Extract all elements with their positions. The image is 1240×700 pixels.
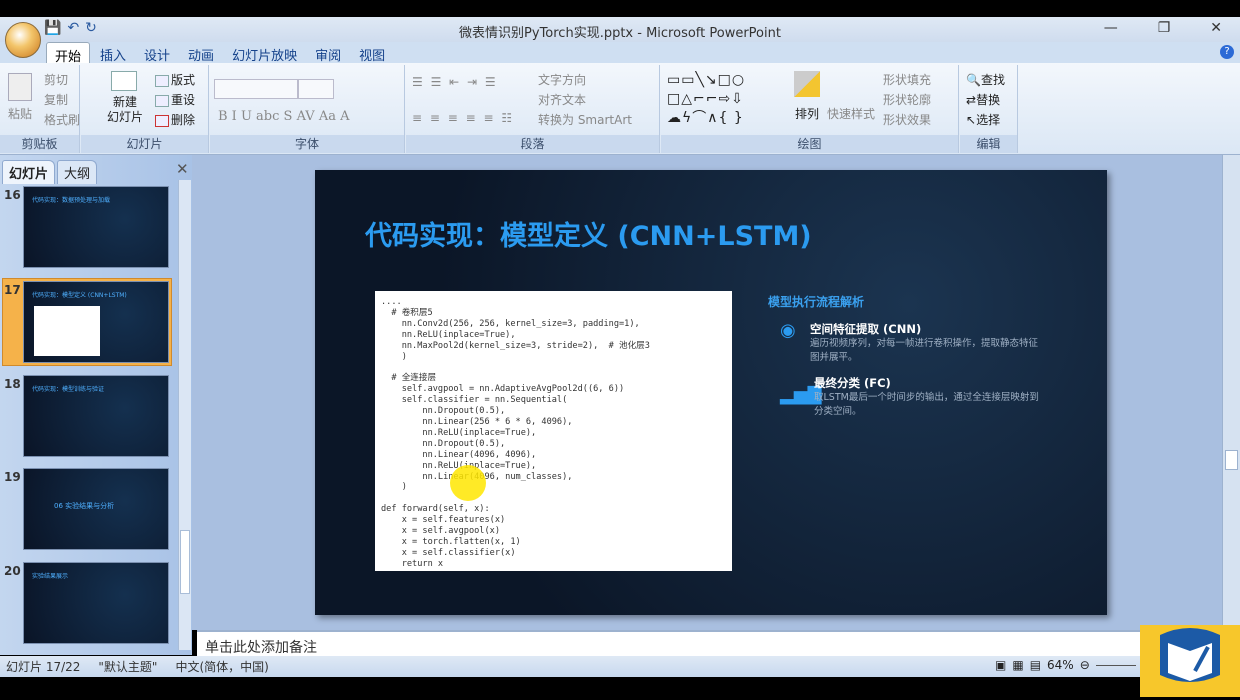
language[interactable]: 中文(简体，中国) <box>175 658 268 675</box>
item-desc[interactable]: 取LSTM最后一个时间步的输出，通过全连接层映射到分类空间。 <box>814 391 1044 419</box>
slide-thumbnail-20[interactable]: 实验结果展示 <box>23 562 169 644</box>
drawing-group: ▭▭╲↘□○ □△⌐⌐⇨⇩ ☁ϟ⌒∧{ } 排列 快速样式 形状填充 形状轮廓 … <box>661 65 959 153</box>
slide-canvas[interactable]: 代码实现：模型定义 (CNN+LSTM) .... # 卷积层5 nn.Conv… <box>315 170 1107 615</box>
code-image[interactable]: .... # 卷积层5 nn.Conv2d(256, 256, kernel_s… <box>375 291 732 571</box>
normal-view-icon[interactable]: ▣ <box>995 658 1006 672</box>
paste-button[interactable]: 粘贴 <box>8 105 32 122</box>
watermark-logo <box>1140 625 1240 697</box>
slide-counter: 幻灯片 17/22 <box>6 660 81 674</box>
quick-styles-button[interactable]: 快速样式 <box>827 105 875 122</box>
paste-icon <box>8 73 32 101</box>
zoom-slider[interactable] <box>1095 664 1136 666</box>
thumb-title: 代码实现：数据预处理与加载 <box>32 197 111 204</box>
reset-button[interactable]: 重设 <box>155 91 195 108</box>
thumb-title: 代码实现：模型训练与验证 <box>32 386 105 393</box>
text-direction-button[interactable]: 文字方向 <box>538 71 586 88</box>
panel-heading[interactable]: 模型执行流程解析 <box>768 293 864 310</box>
find-button[interactable]: 🔍查找 <box>966 71 1005 88</box>
tab-slides[interactable]: 幻灯片 <box>2 160 56 184</box>
slide-thumbnail-19[interactable]: 06 实验结果与分析 <box>23 468 169 550</box>
align-buttons[interactable]: ≡ ≡ ≡ ≡ ≡ ☷ <box>412 111 514 125</box>
tab-animations[interactable]: 动画 <box>180 42 222 64</box>
tab-view[interactable]: 视图 <box>351 42 393 64</box>
close-button[interactable]: ✕ <box>1210 20 1222 36</box>
arrange-icon <box>794 71 820 97</box>
sorter-view-icon[interactable]: ▦ <box>1012 658 1023 672</box>
slide-thumbnail-18[interactable]: 代码实现：模型训练与验证 <box>23 375 169 457</box>
font-size-select[interactable] <box>298 79 334 99</box>
editing-label: 编辑 <box>960 135 1017 153</box>
slide-number: 18 <box>4 377 21 391</box>
tab-home[interactable]: 开始 <box>46 42 91 65</box>
slideshow-view-icon[interactable]: ▤ <box>1030 658 1041 672</box>
zoom-controls: ▣ ▦ ▤ 64% ⊖ <box>995 658 1136 672</box>
slides-label: 幻灯片 <box>81 135 208 153</box>
editing-group: 🔍查找 ⇄替换 ↖选择 编辑 <box>960 65 1018 153</box>
delete-button[interactable]: 删除 <box>155 111 195 128</box>
paragraph-label: 段落 <box>406 135 659 153</box>
clipboard-group: 粘贴 剪切 复制 格式刷 剪贴板 <box>0 65 80 153</box>
drawing-label: 绘图 <box>661 135 958 153</box>
font-group: B I U abc S AV Aa A 字体 <box>210 65 405 153</box>
item-title[interactable]: 空间特征提取 (CNN) <box>810 321 921 337</box>
shape-effects-button[interactable]: 形状效果 <box>883 111 931 128</box>
slide-number: 20 <box>4 564 21 578</box>
align-text-button[interactable]: 对齐文本 <box>538 91 586 108</box>
close-panel-icon[interactable]: ✕ <box>176 160 189 178</box>
layout-button[interactable]: 版式 <box>155 71 195 88</box>
list-buttons[interactable]: ☰ ☰ ⇤ ⇥ ☰ <box>412 75 498 89</box>
vertical-scrollbar[interactable] <box>1222 155 1240 630</box>
window-title: 微表情识别PyTorch实现.pptx - Microsoft PowerPoi… <box>459 26 781 41</box>
font-label: 字体 <box>210 135 404 153</box>
tab-outline[interactable]: 大纲 <box>57 160 98 184</box>
ribbon: 粘贴 剪切 复制 格式刷 剪贴板 新建 幻灯片 版式 重设 删除 幻灯片 B I… <box>0 63 1240 155</box>
tab-insert[interactable]: 插入 <box>92 42 134 64</box>
mouse-cursor-highlight <box>450 465 486 501</box>
format-painter-button[interactable]: 格式刷 <box>44 111 80 128</box>
cut-button[interactable]: 剪切 <box>44 71 68 88</box>
slide-thumbnail-16[interactable]: 代码实现：数据预处理与加载 <box>23 186 169 268</box>
restore-button[interactable]: ❐ <box>1158 20 1171 36</box>
arrange-button[interactable]: 排列 <box>795 105 819 122</box>
minimize-button[interactable]: — <box>1104 20 1118 36</box>
shape-fill-button[interactable]: 形状填充 <box>883 71 931 88</box>
shape-outline-button[interactable]: 形状轮廓 <box>883 91 931 108</box>
slide-number: 19 <box>4 470 21 484</box>
zoom-out-icon[interactable]: ⊖ <box>1080 658 1090 672</box>
clipboard-label: 剪贴板 <box>0 135 79 153</box>
thumb-title: 代码实现：模型定义 (CNN+LSTM) <box>32 292 127 299</box>
notes-input[interactable]: 单击此处添加备注 <box>197 630 1240 656</box>
item-desc[interactable]: 遍历视频序列，对每一帧进行卷积操作，提取静态特征图并展平。 <box>810 337 1040 365</box>
new-slide-icon <box>111 71 137 91</box>
font-format-buttons[interactable]: B I U abc S AV Aa A <box>218 109 350 124</box>
zoom-level[interactable]: 64% <box>1047 658 1074 672</box>
slides-group: 新建 幻灯片 版式 重设 删除 幻灯片 <box>81 65 209 153</box>
slide-number: 17 <box>4 283 21 297</box>
thumb-title: 06 实验结果与分析 <box>54 502 115 510</box>
tab-review[interactable]: 审阅 <box>307 42 349 64</box>
font-name-select[interactable] <box>214 79 298 99</box>
slide-thumbnail-17[interactable]: 代码实现：模型定义 (CNN+LSTM) <box>23 281 169 363</box>
slide-title[interactable]: 代码实现：模型定义 (CNN+LSTM) <box>365 214 812 253</box>
tab-slideshow[interactable]: 幻灯片放映 <box>224 42 305 64</box>
new-slide-button[interactable]: 新建 幻灯片 <box>107 95 143 125</box>
shapes-gallery[interactable]: ▭▭╲↘□○ □△⌐⌐⇨⇩ ☁ϟ⌒∧{ } <box>667 71 745 128</box>
help-icon[interactable]: ? <box>1220 45 1234 59</box>
office-button[interactable] <box>5 22 41 58</box>
slide-number: 16 <box>4 188 21 202</box>
slide-panel-scrollbar[interactable] <box>178 180 191 650</box>
ribbon-tabs: 开始 插入 设计 动画 幻灯片放映 审阅 视图 <box>0 42 1240 65</box>
convert-smartart-button[interactable]: 转换为 SmartArt <box>538 111 632 128</box>
copy-button[interactable]: 复制 <box>44 91 68 108</box>
theme-name: "默认主题" <box>98 660 158 674</box>
paragraph-group: ☰ ☰ ⇤ ⇥ ☰ ≡ ≡ ≡ ≡ ≡ ☷ 文字方向 对齐文本 转换为 Smar… <box>406 65 660 153</box>
tab-design[interactable]: 设计 <box>136 42 178 64</box>
thumb-title: 实验结果展示 <box>32 573 69 580</box>
camera-icon: ◉ <box>780 320 796 341</box>
replace-button[interactable]: ⇄替换 <box>966 91 1000 108</box>
item-title[interactable]: 最终分类 (FC) <box>814 375 891 391</box>
select-button[interactable]: ↖选择 <box>966 111 1000 128</box>
